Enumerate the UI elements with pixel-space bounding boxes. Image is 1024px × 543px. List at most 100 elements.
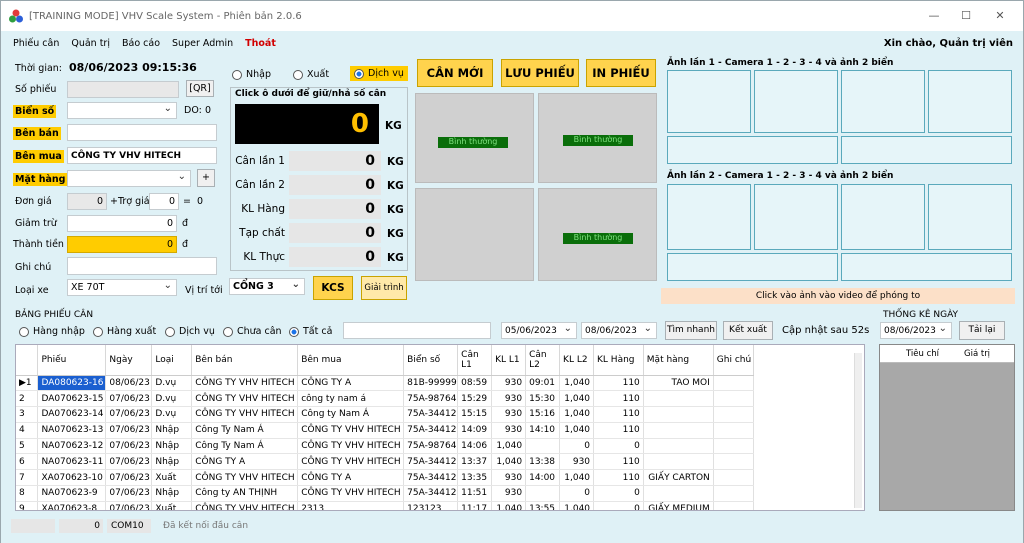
menu-item-phieu-can[interactable]: Phiếu cân bbox=[13, 38, 59, 49]
status-empty-cell bbox=[11, 519, 55, 533]
menu-item-quan-tri[interactable]: Quản trị bbox=[71, 38, 110, 49]
table-scrollbar[interactable] bbox=[854, 353, 862, 508]
date-from-picker[interactable]: 05/06/2023 bbox=[501, 321, 577, 339]
mode-service-radio[interactable]: Dịch vụ bbox=[350, 66, 408, 81]
column-header[interactable]: Cân L1 bbox=[457, 345, 493, 376]
note-field[interactable] bbox=[67, 257, 217, 275]
plate1-second-image[interactable] bbox=[667, 253, 838, 281]
filter-pending-radio[interactable]: Chưa cân bbox=[223, 326, 282, 337]
table-row[interactable]: 8 NA070623-9 07/06/23 Nhập Công ty AN THỊNH C… bbox=[16, 485, 864, 502]
table-cell: D.vụ bbox=[151, 390, 193, 408]
discount-field[interactable]: 0 bbox=[67, 215, 177, 232]
column-header[interactable]: Loại bbox=[151, 345, 193, 376]
row-index: 3 bbox=[16, 406, 39, 423]
column-header[interactable]: KL L2 bbox=[559, 345, 595, 376]
impurity-value: 0 bbox=[289, 223, 381, 243]
table-body: ▶1 DA080623-16 08/06/23 D.vụ CÔNG TY VHV HIT… bbox=[16, 375, 864, 510]
menu-item-exit[interactable]: Thoát bbox=[245, 38, 276, 49]
row-index: 2 bbox=[16, 390, 39, 408]
camera2-first-image[interactable] bbox=[754, 70, 838, 133]
camera3-first-image[interactable] bbox=[841, 70, 925, 133]
table-row[interactable]: 5 NA070623-12 07/06/23 Nhập Công Ty Nam Á CÔN… bbox=[16, 438, 864, 455]
seller-field[interactable] bbox=[67, 124, 217, 141]
column-header[interactable]: Mặt hàng bbox=[643, 345, 714, 376]
filter-import-radio[interactable]: Hàng nhập bbox=[19, 326, 85, 337]
filter-service-radio[interactable]: Dịch vụ bbox=[165, 326, 215, 337]
explain-button[interactable]: Giải trình bbox=[361, 276, 407, 300]
export-button[interactable]: Kết xuất bbox=[723, 321, 773, 340]
table-cell: DA080623-16 bbox=[37, 375, 107, 392]
menu-item-bao-cao[interactable]: Báo cáo bbox=[122, 38, 160, 49]
plate1-first-image[interactable] bbox=[667, 136, 838, 164]
camera4-second-image[interactable] bbox=[928, 184, 1012, 250]
column-header[interactable]: Ngày bbox=[105, 345, 153, 376]
qr-button[interactable]: [QR] bbox=[186, 80, 214, 97]
column-header[interactable]: Cân L2 bbox=[525, 345, 561, 376]
table-cell: công ty nam á bbox=[297, 390, 405, 408]
buyer-field[interactable]: CÔNG TY VHV HITECH bbox=[67, 147, 217, 164]
column-header[interactable]: KL L1 bbox=[491, 345, 527, 376]
camera2-second-image[interactable] bbox=[754, 184, 838, 250]
plate2-first-image[interactable] bbox=[841, 136, 1012, 164]
column-header[interactable]: Biển số bbox=[403, 345, 459, 376]
stats-header bbox=[880, 345, 1014, 363]
column-header-index[interactable] bbox=[16, 345, 39, 376]
print-ticket-button[interactable]: IN PHIẾU bbox=[586, 59, 656, 87]
table-cell: 15:30 bbox=[525, 390, 561, 408]
table-row[interactable]: 9 XA070623-8 07/06/23 Xuất CÔNG TY VHV HITEC… bbox=[16, 501, 864, 510]
filter-all-radio[interactable]: Tất cả bbox=[289, 326, 332, 337]
column-header[interactable]: Ghi chú bbox=[713, 345, 754, 376]
column-header[interactable]: KL Hàng bbox=[593, 345, 644, 376]
menu-bar: Phiếu cân Quản trị Báo cáo Super Admin T… bbox=[1, 31, 1023, 55]
price-field[interactable]: 0 bbox=[67, 193, 107, 210]
table-row[interactable]: ▶1 DA080623-16 08/06/23 D.vụ CÔNG TY VHV HIT… bbox=[16, 375, 864, 392]
column-header[interactable]: Phiếu bbox=[37, 345, 107, 376]
close-icon[interactable]: ✕ bbox=[993, 9, 1007, 23]
add-goods-button[interactable]: + bbox=[197, 169, 215, 187]
mode-import-radio[interactable]: Nhập bbox=[232, 69, 271, 80]
table-cell: 07/06/23 bbox=[105, 406, 153, 423]
quick-search-button[interactable]: Tìm nhanh bbox=[665, 321, 717, 340]
table-row[interactable]: 6 NA070623-11 07/06/23 Nhập CÔNG TY A CÔNG TY… bbox=[16, 453, 864, 471]
vehicle-select[interactable]: XE 70T bbox=[67, 278, 177, 296]
minimize-icon[interactable]: — bbox=[927, 9, 941, 23]
weight1-unit: KG bbox=[387, 156, 404, 168]
date-to-picker[interactable]: 08/06/2023 bbox=[581, 321, 657, 339]
maximize-icon[interactable]: ☐ bbox=[959, 9, 973, 23]
plate2-second-image[interactable] bbox=[841, 253, 1012, 281]
filter-export-radio[interactable]: Hàng xuất bbox=[93, 326, 156, 337]
ticket-number-field[interactable] bbox=[67, 81, 179, 98]
kcs-button[interactable]: KCS bbox=[313, 276, 353, 300]
camera3-second-image[interactable] bbox=[841, 184, 925, 250]
mode-export-radio[interactable]: Xuất bbox=[293, 69, 329, 80]
column-header[interactable]: Bên bán bbox=[191, 345, 299, 376]
table-row[interactable]: 2 DA070623-15 07/06/23 D.vụ CÔNG TY VHV HITE… bbox=[16, 390, 864, 408]
subsidy-field[interactable]: 0 bbox=[149, 193, 179, 210]
list-search-input[interactable] bbox=[343, 322, 491, 339]
column-header[interactable]: Bên mua bbox=[297, 345, 405, 376]
goods-select[interactable] bbox=[67, 169, 191, 187]
sensor-panel-3[interactable] bbox=[415, 188, 534, 281]
table-cell: 1,040 bbox=[559, 469, 595, 487]
location-select[interactable]: CỔNG 3 bbox=[229, 277, 305, 295]
table-cell: 110 bbox=[593, 390, 644, 408]
new-weigh-button[interactable]: CÂN MỚI bbox=[417, 59, 493, 87]
menu-item-super-admin[interactable]: Super Admin bbox=[172, 38, 233, 49]
save-ticket-button[interactable]: LƯU PHIẾU bbox=[501, 59, 579, 87]
plate-select[interactable] bbox=[67, 101, 177, 119]
table-row[interactable]: 7 XA070623-10 07/06/23 Xuất CÔNG TY VHV HITE… bbox=[16, 469, 864, 487]
reload-button[interactable]: Tải lại bbox=[959, 321, 1005, 340]
stats-date-picker[interactable]: 08/06/2023 bbox=[880, 321, 952, 339]
scale-display[interactable]: 0 bbox=[235, 104, 379, 144]
row-index: ▶1 bbox=[16, 375, 39, 392]
table-cell: NA070623-9 bbox=[37, 485, 107, 502]
camera1-second-image[interactable] bbox=[667, 184, 751, 250]
table-cell: 13:55 bbox=[525, 501, 561, 510]
camera1-first-image[interactable] bbox=[667, 70, 751, 133]
table-cell: GIẤY CARTON bbox=[643, 469, 714, 487]
equals-sign: = bbox=[183, 196, 191, 207]
camera4-first-image[interactable] bbox=[928, 70, 1012, 133]
table-row[interactable]: 4 NA070623-13 07/06/23 Nhập Công Ty Nam Á CÔN… bbox=[16, 422, 864, 439]
table-cell: Công Ty Nam Á bbox=[191, 422, 299, 439]
table-row[interactable]: 3 DA070623-14 07/06/23 D.vụ CÔNG TY VHV HITE… bbox=[16, 406, 864, 423]
